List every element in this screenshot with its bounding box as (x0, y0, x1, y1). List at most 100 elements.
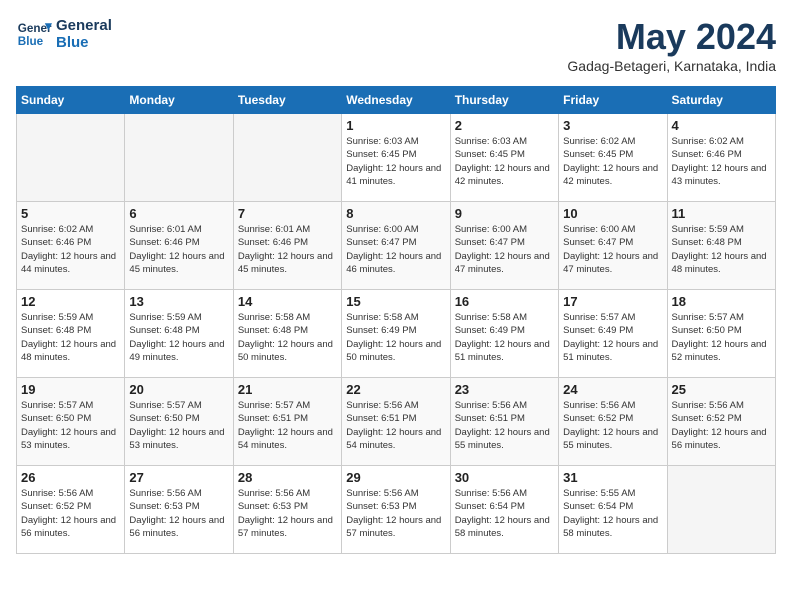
day-cell-20: 20Sunrise: 5:57 AMSunset: 6:50 PMDayligh… (125, 378, 233, 466)
day-cell-18: 18Sunrise: 5:57 AMSunset: 6:50 PMDayligh… (667, 290, 775, 378)
day-info: Sunrise: 5:58 AMSunset: 6:48 PMDaylight:… (238, 311, 337, 364)
day-cell-9: 9 Sunrise: 6:00 AMSunset: 6:47 PMDaylight… (450, 202, 558, 290)
day-number: 16 (455, 294, 554, 309)
day-info: Sunrise: 6:03 AMSunset: 6:45 PMDaylight:… (346, 135, 445, 188)
day-info: Sunrise: 5:55 AMSunset: 6:54 PMDaylight:… (563, 487, 662, 540)
day-cell-6: 6 Sunrise: 6:01 AMSunset: 6:46 PMDaylight… (125, 202, 233, 290)
day-cell-16: 16 Sunrise: 5:58 AMSunset: 6:49 PMDayligh… (450, 290, 558, 378)
logo: General Blue General Blue (16, 16, 112, 52)
day-number: 30 (455, 470, 554, 485)
day-cell-26: 26 Sunrise: 5:56 AMSunset: 6:52 PMDayligh… (17, 466, 125, 554)
day-info: Sunrise: 5:58 AMSunset: 6:49 PMDaylight:… (346, 311, 445, 364)
day-number: 23 (455, 382, 554, 397)
day-cell-1: 1 Sunrise: 6:03 AMSunset: 6:45 PMDaylight… (342, 114, 450, 202)
day-number: 5 (21, 206, 120, 221)
weekday-header-wednesday: Wednesday (342, 87, 450, 114)
day-info: Sunrise: 5:56 AMSunset: 6:52 PMDaylight:… (21, 487, 120, 540)
day-number: 29 (346, 470, 445, 485)
logo-icon: General Blue (16, 16, 52, 52)
weekday-header-tuesday: Tuesday (233, 87, 341, 114)
empty-cell (667, 466, 775, 554)
day-cell-23: 23 Sunrise: 5:56 AMSunset: 6:51 PMDayligh… (450, 378, 558, 466)
day-info: Sunrise: 5:59 AMSunset: 6:48 PMDaylight:… (21, 311, 120, 364)
day-number: 2 (455, 118, 554, 133)
day-cell-14: 14Sunrise: 5:58 AMSunset: 6:48 PMDayligh… (233, 290, 341, 378)
week-row-1: 1 Sunrise: 6:03 AMSunset: 6:45 PMDaylight… (17, 114, 776, 202)
day-info: Sunrise: 6:00 AMSunset: 6:47 PMDaylight:… (346, 223, 445, 276)
day-cell-5: 5 Sunrise: 6:02 AMSunset: 6:46 PMDaylight… (17, 202, 125, 290)
day-info: Sunrise: 5:56 AMSunset: 6:53 PMDaylight:… (346, 487, 445, 540)
weekday-header-thursday: Thursday (450, 87, 558, 114)
day-cell-11: 11 Sunrise: 5:59 AMSunset: 6:48 PMDayligh… (667, 202, 775, 290)
day-info: Sunrise: 6:00 AMSunset: 6:47 PMDaylight:… (455, 223, 554, 276)
day-number: 17 (563, 294, 662, 309)
day-number: 1 (346, 118, 445, 133)
day-number: 19 (21, 382, 120, 397)
day-cell-31: 31Sunrise: 5:55 AMSunset: 6:54 PMDayligh… (559, 466, 667, 554)
day-number: 27 (129, 470, 228, 485)
day-number: 21 (238, 382, 337, 397)
day-number: 26 (21, 470, 120, 485)
day-cell-17: 17Sunrise: 5:57 AMSunset: 6:49 PMDayligh… (559, 290, 667, 378)
day-info: Sunrise: 5:56 AMSunset: 6:54 PMDaylight:… (455, 487, 554, 540)
week-row-2: 5 Sunrise: 6:02 AMSunset: 6:46 PMDaylight… (17, 202, 776, 290)
day-cell-30: 30 Sunrise: 5:56 AMSunset: 6:54 PMDayligh… (450, 466, 558, 554)
day-info: Sunrise: 5:57 AMSunset: 6:51 PMDaylight:… (238, 399, 337, 452)
day-info: Sunrise: 5:56 AMSunset: 6:51 PMDaylight:… (455, 399, 554, 452)
day-info: Sunrise: 6:03 AMSunset: 6:45 PMDaylight:… (455, 135, 554, 188)
week-row-5: 26 Sunrise: 5:56 AMSunset: 6:52 PMDayligh… (17, 466, 776, 554)
day-info: Sunrise: 6:01 AMSunset: 6:46 PMDaylight:… (129, 223, 228, 276)
week-row-4: 19 Sunrise: 5:57 AMSunset: 6:50 PMDayligh… (17, 378, 776, 466)
day-number: 9 (455, 206, 554, 221)
day-cell-15: 15Sunrise: 5:58 AMSunset: 6:49 PMDayligh… (342, 290, 450, 378)
day-cell-27: 27 Sunrise: 5:56 AMSunset: 6:53 PMDayligh… (125, 466, 233, 554)
day-info: Sunrise: 6:02 AMSunset: 6:45 PMDaylight:… (563, 135, 662, 188)
day-info: Sunrise: 6:00 AMSunset: 6:47 PMDaylight:… (563, 223, 662, 276)
day-number: 22 (346, 382, 445, 397)
day-cell-24: 24 Sunrise: 5:56 AMSunset: 6:52 PMDayligh… (559, 378, 667, 466)
day-number: 3 (563, 118, 662, 133)
title-area: May 2024 Gadag-Betageri, Karnataka, Indi… (567, 16, 776, 74)
day-cell-22: 22 Sunrise: 5:56 AMSunset: 6:51 PMDayligh… (342, 378, 450, 466)
day-cell-7: 7 Sunrise: 6:01 AMSunset: 6:46 PMDaylight… (233, 202, 341, 290)
day-info: Sunrise: 5:56 AMSunset: 6:51 PMDaylight:… (346, 399, 445, 452)
day-info: Sunrise: 5:57 AMSunset: 6:50 PMDaylight:… (129, 399, 228, 452)
location-subtitle: Gadag-Betageri, Karnataka, India (567, 58, 776, 74)
day-number: 6 (129, 206, 228, 221)
day-cell-13: 13Sunrise: 5:59 AMSunset: 6:48 PMDayligh… (125, 290, 233, 378)
empty-cell (17, 114, 125, 202)
svg-text:Blue: Blue (18, 35, 44, 48)
day-info: Sunrise: 6:01 AMSunset: 6:46 PMDaylight:… (238, 223, 337, 276)
day-cell-12: 12 Sunrise: 5:59 AMSunset: 6:48 PMDayligh… (17, 290, 125, 378)
day-cell-10: 10 Sunrise: 6:00 AMSunset: 6:47 PMDayligh… (559, 202, 667, 290)
day-number: 7 (238, 206, 337, 221)
month-title: May 2024 (567, 16, 776, 58)
day-info: Sunrise: 5:59 AMSunset: 6:48 PMDaylight:… (672, 223, 771, 276)
day-number: 24 (563, 382, 662, 397)
day-info: Sunrise: 5:56 AMSunset: 6:52 PMDaylight:… (563, 399, 662, 452)
day-cell-3: 3 Sunrise: 6:02 AMSunset: 6:45 PMDaylight… (559, 114, 667, 202)
day-number: 11 (672, 206, 771, 221)
day-info: Sunrise: 5:57 AMSunset: 6:50 PMDaylight:… (672, 311, 771, 364)
day-number: 10 (563, 206, 662, 221)
day-info: Sunrise: 6:02 AMSunset: 6:46 PMDaylight:… (672, 135, 771, 188)
day-cell-25: 25Sunrise: 5:56 AMSunset: 6:52 PMDayligh… (667, 378, 775, 466)
weekday-header-saturday: Saturday (667, 87, 775, 114)
day-number: 25 (672, 382, 771, 397)
day-cell-2: 2 Sunrise: 6:03 AMSunset: 6:45 PMDaylight… (450, 114, 558, 202)
week-row-3: 12 Sunrise: 5:59 AMSunset: 6:48 PMDayligh… (17, 290, 776, 378)
day-info: Sunrise: 6:02 AMSunset: 6:46 PMDaylight:… (21, 223, 120, 276)
day-number: 4 (672, 118, 771, 133)
day-info: Sunrise: 5:57 AMSunset: 6:50 PMDaylight:… (21, 399, 120, 452)
day-cell-28: 28Sunrise: 5:56 AMSunset: 6:53 PMDayligh… (233, 466, 341, 554)
day-cell-19: 19 Sunrise: 5:57 AMSunset: 6:50 PMDayligh… (17, 378, 125, 466)
day-cell-8: 8Sunrise: 6:00 AMSunset: 6:47 PMDaylight… (342, 202, 450, 290)
day-info: Sunrise: 5:58 AMSunset: 6:49 PMDaylight:… (455, 311, 554, 364)
logo-general: General (56, 17, 112, 34)
day-cell-21: 21 Sunrise: 5:57 AMSunset: 6:51 PMDayligh… (233, 378, 341, 466)
day-number: 12 (21, 294, 120, 309)
weekday-header-friday: Friday (559, 87, 667, 114)
day-number: 28 (238, 470, 337, 485)
day-info: Sunrise: 5:56 AMSunset: 6:53 PMDaylight:… (129, 487, 228, 540)
calendar-table: SundayMondayTuesdayWednesdayThursdayFrid… (16, 86, 776, 554)
